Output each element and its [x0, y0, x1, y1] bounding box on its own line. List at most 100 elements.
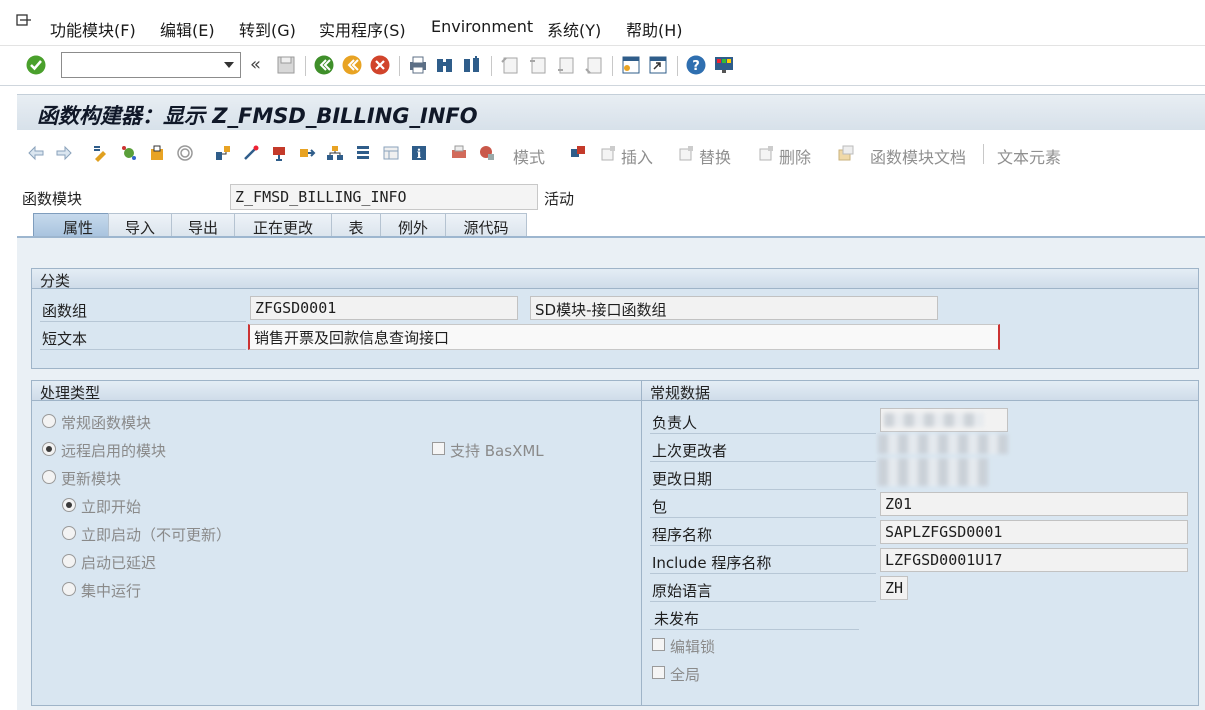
tab-import[interactable]: 导入: [108, 213, 172, 237]
menu-environment[interactable]: Environment: [431, 17, 533, 36]
mode-button[interactable]: 模式: [513, 144, 545, 168]
arrow-right-icon[interactable]: [55, 144, 73, 162]
normal-module-label: 常规函数模块: [61, 414, 152, 432]
arrow-left-icon[interactable]: [27, 144, 45, 162]
menu-system[interactable]: 系统(Y): [547, 17, 601, 41]
stop-icon[interactable]: [478, 144, 496, 162]
last-page-icon[interactable]: [583, 54, 605, 76]
pretty-printer-icon[interactable]: [450, 144, 468, 162]
insert-button[interactable]: 插入: [621, 144, 653, 168]
first-page-icon[interactable]: [499, 54, 521, 76]
collapse-icon[interactable]: «: [250, 54, 261, 75]
normal-module-radio[interactable]: [42, 414, 56, 428]
start-delayed-radio[interactable]: [62, 554, 76, 568]
where-used-icon[interactable]: [176, 144, 194, 162]
immediate-no-update-label: 立即启动（不可更新）: [81, 526, 232, 544]
label-underline: [650, 433, 876, 434]
toolbar-separator: [491, 56, 492, 76]
enter-icon[interactable]: [25, 54, 47, 76]
new-session-icon[interactable]: [620, 54, 642, 76]
svg-text:i: i: [417, 147, 422, 161]
processing-type-group-title: 处理类型: [32, 381, 642, 402]
title-bar: 函数构建器：显示 Z_FMSD_BILLING_INFO: [17, 94, 1205, 130]
customize-icon[interactable]: [713, 54, 735, 76]
stack-icon[interactable]: [354, 144, 372, 162]
program-name-label: 程序名称: [652, 526, 713, 544]
start-immediately-label: 立即开始: [81, 498, 142, 516]
delete-icon[interactable]: [757, 144, 775, 162]
collective-run-radio[interactable]: [62, 582, 76, 596]
command-field[interactable]: [61, 52, 241, 78]
insert-icon[interactable]: [599, 144, 617, 162]
cancel-icon[interactable]: [369, 54, 391, 76]
insert-block-icon[interactable]: [569, 144, 587, 162]
navigate-icon[interactable]: [298, 144, 316, 162]
function-module-field[interactable]: Z_FMSD_BILLING_INFO: [230, 184, 538, 210]
save-icon[interactable]: [275, 54, 297, 76]
layout-icon[interactable]: [382, 144, 400, 162]
redacted-value: [878, 458, 988, 486]
shortcut-icon[interactable]: [647, 54, 669, 76]
function-module-doc-button[interactable]: 函数模块文档: [870, 144, 966, 168]
label-underline: [650, 629, 859, 630]
help-icon[interactable]: ?: [685, 54, 707, 76]
program-name-field[interactable]: SAPLZFGSD0001: [880, 520, 1188, 544]
tab-tables[interactable]: 表: [331, 213, 381, 237]
pattern-icon[interactable]: [270, 144, 288, 162]
original-language-field[interactable]: ZH: [880, 576, 908, 600]
page-title: 函数构建器：显示 Z_FMSD_BILLING_INFO: [37, 104, 478, 128]
tab-export[interactable]: 导出: [171, 213, 235, 237]
label-underline: [650, 601, 876, 602]
package-field[interactable]: Z01: [880, 492, 1188, 516]
activate-icon[interactable]: [120, 144, 138, 162]
menu-function-module[interactable]: 功能模块(F): [50, 17, 136, 41]
toolbar-separator: [612, 56, 613, 76]
check-icon[interactable]: [148, 144, 166, 162]
find-next-icon[interactable]: [461, 54, 483, 76]
magic-wand-icon[interactable]: [242, 144, 260, 162]
short-text-field[interactable]: 销售开票及回款信息查询接口: [248, 324, 1000, 350]
menu-help[interactable]: 帮助(H): [626, 17, 683, 41]
hierarchy-icon[interactable]: [326, 144, 344, 162]
exit-icon[interactable]: [341, 54, 363, 76]
update-module-radio[interactable]: [42, 470, 56, 484]
global-checkbox[interactable]: [652, 666, 665, 679]
tab-exceptions[interactable]: 例外: [380, 213, 446, 237]
unreleased-label: 未发布: [654, 610, 700, 628]
delete-button[interactable]: 删除: [779, 144, 811, 168]
label-underline: [650, 489, 876, 490]
menu-icon[interactable]: [16, 14, 32, 28]
label-underline: [40, 349, 246, 350]
find-icon[interactable]: [434, 54, 456, 76]
info-icon[interactable]: i: [410, 144, 428, 162]
text-elements-button[interactable]: 文本元素: [997, 144, 1061, 168]
status-badge: 活动: [544, 190, 575, 208]
menu-utilities[interactable]: 实用程序(S): [319, 17, 406, 41]
menu-bar: 功能模块(F) 编辑(E) 转到(G) 实用程序(S) Environment …: [0, 0, 1205, 46]
display-change-icon[interactable]: [92, 144, 110, 162]
label-underline: [650, 573, 876, 574]
object-list-icon[interactable]: [214, 144, 232, 162]
replace-icon[interactable]: [677, 144, 695, 162]
immediate-no-update-radio[interactable]: [62, 526, 76, 540]
next-page-icon[interactable]: [555, 54, 577, 76]
print-icon[interactable]: [407, 54, 429, 76]
general-data-group-title: 常规数据: [642, 381, 1198, 402]
remote-module-radio[interactable]: [42, 442, 56, 456]
function-group-field[interactable]: ZFGSD0001: [250, 296, 518, 320]
menu-goto[interactable]: 转到(G): [239, 17, 296, 41]
replace-button[interactable]: 替换: [699, 144, 731, 168]
tab-changing[interactable]: 正在更改: [234, 213, 332, 237]
back-icon[interactable]: [313, 54, 335, 76]
standard-toolbar: « ?: [0, 46, 1205, 86]
edit-lock-checkbox[interactable]: [652, 638, 665, 651]
menu-edit[interactable]: 编辑(E): [160, 17, 215, 41]
label-underline: [40, 321, 246, 322]
documentation-icon[interactable]: [837, 144, 855, 162]
start-immediately-radio[interactable]: [62, 498, 76, 512]
basxml-checkbox[interactable]: [432, 442, 445, 455]
chevron-down-icon[interactable]: [224, 62, 234, 68]
prev-page-icon[interactable]: [527, 54, 549, 76]
tab-source-code[interactable]: 源代码: [445, 213, 527, 237]
include-program-field[interactable]: LZFGSD0001U17: [880, 548, 1188, 572]
